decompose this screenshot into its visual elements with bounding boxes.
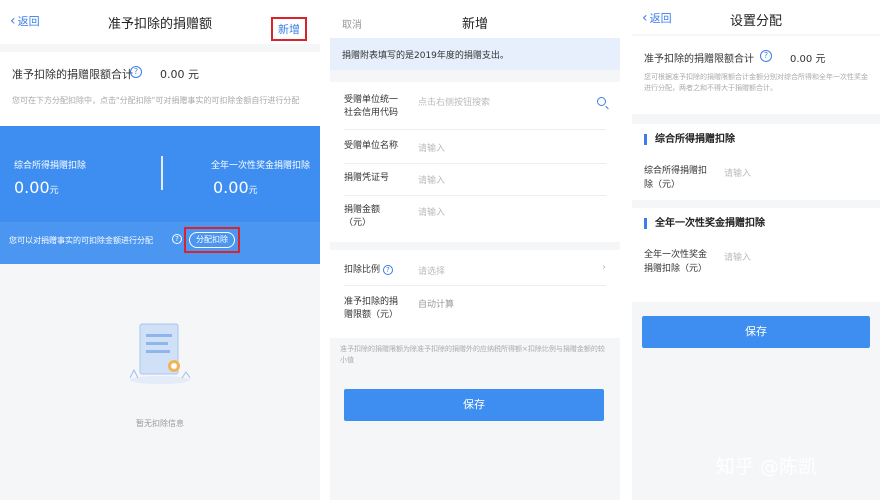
bonus-deduction-value: 0.00元 — [213, 178, 258, 197]
set-allocation-screen: ‹ 返回 设置分配 准予扣除的捐赠限额合计 ? 0.00 元 您可根据准予扣除的… — [632, 0, 880, 500]
section-title: 综合所得捐赠扣除 — [644, 134, 735, 145]
highlight-frame: 分配扣除 — [184, 227, 240, 253]
allocation-hint: 您可根据准予扣除的捐赠限额合计金额分别对综合所得和全年一次性奖金进行分配，两者之… — [644, 73, 868, 92]
section-title: 全年一次性奖金捐赠扣除 — [644, 218, 765, 229]
deduction-card: 综合所得捐赠扣除 0.00元 全年一次性奖金捐赠扣除 0.00元 您可以对捐赠事… — [0, 126, 320, 264]
comprehensive-amount: 0.00 — [14, 178, 50, 197]
help-icon[interactable]: ? — [130, 66, 142, 78]
ratio-label: 扣除比例 ? — [344, 264, 393, 277]
allocate-bar: 您可以对捐赠事实的可扣除金额进行分配 ? 分配扣除 — [0, 222, 320, 264]
limit-label: 准予扣除的捐赠限额合计 — [12, 68, 133, 81]
limit-summary: 准予扣除的捐赠限额合计 ? 0.00 元 您可在下方分配扣除中，点击"分配扣除"… — [0, 52, 320, 126]
search-icon[interactable] — [597, 97, 606, 106]
allowed-limit-label: 准予扣除的捐赠限额（元） — [344, 297, 399, 320]
comprehensive-deduction-value: 0.00元 — [14, 178, 59, 197]
year-banner: 捐赠附表填写的是2019年度的捐赠支出。 — [330, 38, 620, 70]
unit-label: 元 — [248, 186, 258, 196]
nav-bar: ‹ 返回 准予扣除的捐赠额 新增 — [0, 0, 320, 44]
add-donation-screen: 取消 新增 捐赠附表填写的是2019年度的捐赠支出。 受赠单位统一社会信用代码 … — [330, 0, 620, 500]
calculation-note: 准予扣除的捐赠限额为除准予扣除的捐赠外的应纳税所得额×扣除比例与捐赠金额的较小值 — [340, 345, 605, 364]
credit-code-label: 受赠单位统一社会信用代码 — [344, 95, 399, 118]
page-title: 设置分配 — [729, 14, 782, 29]
comprehensive-section: 综合所得捐赠扣除 综合所得捐赠扣除（元） 请输入 — [632, 124, 880, 200]
bonus-section: 全年一次性奖金捐赠扣除 全年一次性奖金捐赠扣除（元） 请输入 — [632, 208, 880, 302]
deductible-donation-screen: ‹ 返回 准予扣除的捐赠额 新增 准予扣除的捐赠限额合计 ? 0.00 元 您可… — [0, 0, 320, 500]
limit-label: 准予扣除的捐赠限额合计 — [644, 54, 754, 65]
amount-label: 捐赠金额（元） — [344, 205, 381, 228]
help-icon[interactable]: ? — [172, 234, 182, 244]
bonus-input[interactable]: 请输入 — [724, 250, 751, 263]
comprehensive-input[interactable]: 请输入 — [724, 166, 751, 179]
limit-hint: 您可在下方分配扣除中，点击"分配扣除"可对捐赠事实的可扣除金额自行进行分配 — [12, 96, 300, 105]
recipient-name-row[interactable]: 受赠单位名称 请输入 — [344, 134, 606, 164]
divider — [161, 156, 163, 190]
ratio-row[interactable]: 扣除比例 ? 请选择 › — [344, 254, 606, 286]
voucher-row[interactable]: 捐赠凭证号 请输入 — [344, 166, 606, 196]
chevron-right-icon: › — [602, 262, 606, 273]
limit-summary: 准予扣除的捐赠限额合计 ? 0.00 元 您可根据准予扣除的捐赠限额合计金额分别… — [632, 36, 880, 114]
allowed-limit-value: 自动计算 — [418, 300, 455, 310]
nav-bar: ‹ 返回 设置分配 — [632, 0, 880, 34]
save-button[interactable]: 保存 — [642, 316, 870, 348]
voucher-input[interactable]: 请输入 — [418, 173, 445, 186]
save-button[interactable]: 保存 — [344, 389, 604, 421]
limit-value: 0.00 元 — [160, 68, 199, 81]
credit-code-input[interactable]: 点击右侧按钮搜索 — [418, 95, 490, 108]
allocate-hint: 您可以对捐赠事实的可扣除金额进行分配 — [9, 236, 153, 245]
bonus-deduction-label: 全年一次性奖金捐赠扣除 — [210, 161, 310, 171]
add-button[interactable]: 新增 — [271, 17, 307, 41]
amount-row[interactable]: 捐赠金额（元） 请输入 — [344, 198, 606, 238]
allowed-limit-row: 准予扣除的捐赠限额（元） 自动计算 — [344, 294, 606, 336]
bonus-amount: 0.00 — [213, 178, 249, 197]
voucher-label: 捐赠凭证号 — [344, 173, 390, 183]
help-icon[interactable]: ? — [760, 50, 772, 62]
ratio-form: 扣除比例 ? 请选择 › 准予扣除的捐赠限额（元） 自动计算 — [330, 250, 620, 338]
amount-input[interactable]: 请输入 — [418, 205, 445, 218]
comprehensive-deduction-label: 综合所得捐赠扣除 — [14, 161, 87, 171]
credit-code-row[interactable]: 受赠单位统一社会信用代码 点击右侧按钮搜索 — [344, 90, 606, 130]
watermark-text: 知乎 @陈凯 — [716, 456, 818, 478]
empty-document-icon — [124, 318, 196, 394]
allocate-button[interactable]: 分配扣除 — [189, 232, 235, 248]
donation-form: 受赠单位统一社会信用代码 点击右侧按钮搜索 受赠单位名称 请输入 捐赠凭证号 请… — [330, 82, 620, 242]
ratio-label-text: 扣除比例 — [344, 265, 381, 275]
ratio-select[interactable]: 请选择 — [418, 264, 445, 277]
unit-label: 元 — [49, 186, 59, 196]
comprehensive-label: 综合所得捐赠扣除（元） — [644, 166, 708, 190]
bonus-label: 全年一次性奖金捐赠扣除（元） — [644, 250, 708, 274]
empty-state-text: 暂无扣除信息 — [136, 419, 184, 428]
recipient-name-label: 受赠单位名称 — [344, 141, 399, 151]
recipient-name-input[interactable]: 请输入 — [418, 141, 445, 154]
page-title: 新增 — [461, 17, 488, 32]
limit-value: 0.00 元 — [790, 54, 826, 65]
help-icon[interactable]: ? — [382, 265, 393, 275]
